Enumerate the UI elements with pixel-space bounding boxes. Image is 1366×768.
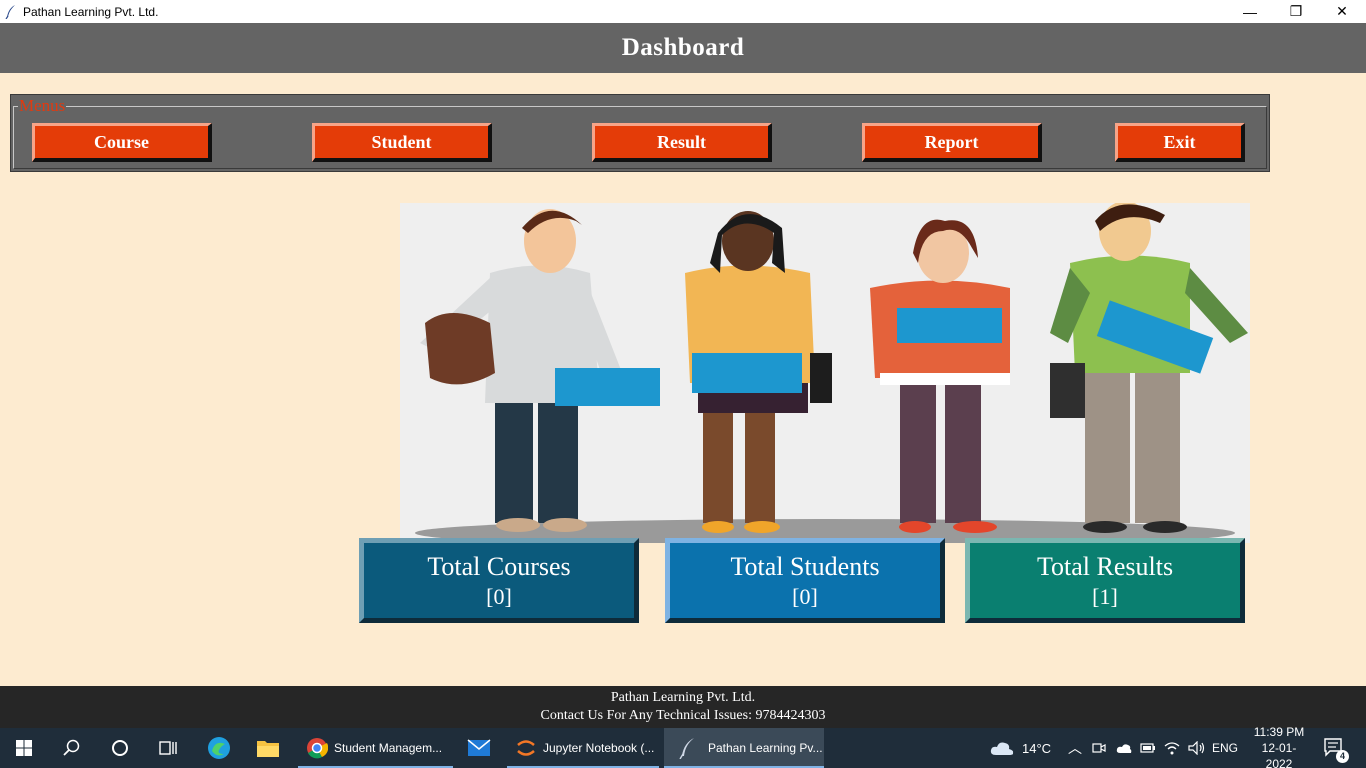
volume-icon[interactable] bbox=[1188, 741, 1206, 755]
language-indicator[interactable]: ENG bbox=[1212, 728, 1238, 768]
chrome-icon bbox=[307, 738, 328, 759]
task-view-icon bbox=[159, 741, 177, 755]
taskbar-app-jupyter[interactable]: Jupyter Notebook (... bbox=[507, 728, 659, 768]
total-students-value: [0] bbox=[792, 583, 818, 609]
restore-button[interactable]: ❐ bbox=[1273, 0, 1319, 23]
task-view-button[interactable] bbox=[156, 728, 180, 768]
close-icon: ✕ bbox=[1336, 3, 1348, 19]
jupyter-icon bbox=[517, 740, 535, 756]
windows-icon bbox=[16, 740, 32, 756]
footer: Pathan Learning Pvt. Ltd. Contact Us For… bbox=[0, 686, 1366, 728]
students-illustration-art bbox=[415, 203, 1248, 543]
total-students-card: Total Students [0] bbox=[665, 538, 945, 623]
edge-icon bbox=[208, 737, 230, 759]
window-title-bar: Pathan Learning Pvt. Ltd. — ❐ ✕ bbox=[0, 0, 1366, 23]
cortana-icon bbox=[112, 740, 128, 756]
tray-icons bbox=[1092, 728, 1206, 768]
minimize-icon: — bbox=[1243, 3, 1257, 20]
minimize-button[interactable]: — bbox=[1227, 0, 1273, 23]
clock-date: 12-01-2022 bbox=[1261, 741, 1297, 768]
student-figure-2 bbox=[685, 211, 832, 533]
students-illustration bbox=[400, 203, 1250, 543]
battery-icon[interactable] bbox=[1140, 742, 1156, 754]
total-courses-label: Total Courses bbox=[427, 551, 571, 581]
file-explorer-button[interactable] bbox=[254, 728, 282, 768]
weather-widget[interactable]: 14°C bbox=[990, 728, 1051, 768]
wifi-icon[interactable] bbox=[1164, 741, 1180, 755]
cortana-button[interactable] bbox=[108, 728, 132, 768]
total-results-value: [1] bbox=[1092, 583, 1118, 609]
meet-icon[interactable] bbox=[1092, 741, 1106, 755]
taskbar-app-label: Jupyter Notebook (... bbox=[543, 741, 655, 755]
start-button[interactable] bbox=[12, 728, 36, 768]
footer-company: Pathan Learning Pvt. Ltd. bbox=[610, 690, 756, 705]
feather-icon bbox=[679, 738, 694, 759]
student-figure-1 bbox=[420, 209, 660, 532]
weather-temperature: 14°C bbox=[1022, 740, 1052, 756]
page-title: Dashboard bbox=[621, 34, 745, 61]
footer-contact: Contact Us For Any Technical Issues: 978… bbox=[540, 708, 826, 723]
search-button[interactable] bbox=[60, 728, 84, 768]
close-button[interactable]: ✕ bbox=[1319, 0, 1365, 23]
taskbar-app-label: Student Managem... bbox=[334, 741, 443, 755]
taskbar-app-label: Pathan Learning Pv... bbox=[708, 741, 823, 755]
restore-icon: ❐ bbox=[1289, 3, 1303, 19]
total-results-card: Total Results [1] bbox=[965, 538, 1245, 623]
feather-icon bbox=[5, 4, 15, 19]
search-icon bbox=[63, 739, 80, 756]
total-courses-card: Total Courses [0] bbox=[359, 538, 639, 623]
notification-count: 4 bbox=[1336, 750, 1349, 763]
mail-button[interactable] bbox=[465, 728, 493, 768]
result-button[interactable]: Result bbox=[592, 123, 772, 162]
student-button[interactable]: Student bbox=[312, 123, 492, 162]
dashboard-header: Dashboard bbox=[0, 23, 1366, 73]
menus-frame: Menus Course Student Result Report Exit bbox=[10, 94, 1270, 172]
window-title: Pathan Learning Pvt. Ltd. bbox=[23, 4, 159, 19]
menus-legend: Menus bbox=[18, 96, 67, 115]
exit-button[interactable]: Exit bbox=[1115, 123, 1245, 162]
taskbar-app-chrome[interactable]: Student Managem... bbox=[298, 728, 453, 768]
clock-time: 11:39 PM bbox=[1253, 725, 1305, 739]
edge-button[interactable] bbox=[205, 728, 233, 768]
report-button[interactable]: Report bbox=[862, 123, 1042, 162]
language-label: ENG bbox=[1212, 741, 1239, 755]
total-results-label: Total Results bbox=[1036, 551, 1174, 581]
clock[interactable]: 11:39 PM 12-01-2022 bbox=[1250, 725, 1308, 768]
folder-icon bbox=[257, 741, 279, 757]
onedrive-icon[interactable] bbox=[1116, 742, 1132, 754]
mail-icon bbox=[467, 739, 491, 756]
course-button[interactable]: Course bbox=[32, 123, 212, 162]
notifications-button[interactable]: 4 bbox=[1324, 728, 1349, 768]
show-hidden-icons-button[interactable]: ︿ bbox=[1068, 728, 1082, 768]
student-figure-3 bbox=[870, 219, 1010, 533]
total-courses-value: [0] bbox=[486, 583, 512, 609]
student-figure-4 bbox=[1050, 203, 1248, 533]
chevron-up-icon: ︿ bbox=[1068, 740, 1082, 756]
cloud-icon bbox=[990, 742, 1014, 755]
taskbar: Student Managem... Jupyter Notebook (...… bbox=[0, 725, 1366, 768]
taskbar-app-pathan[interactable]: Pathan Learning Pv... bbox=[664, 728, 824, 768]
total-students-label: Total Students bbox=[730, 551, 880, 581]
